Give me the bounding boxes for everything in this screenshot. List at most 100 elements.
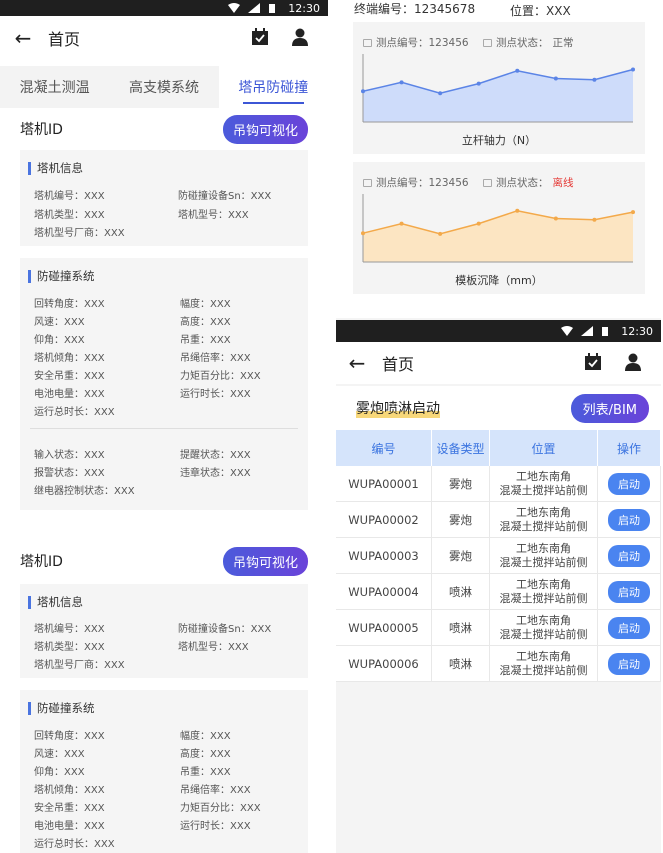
- chart-xlabel: 模板沉降（mm）: [455, 274, 543, 287]
- hook-visual-button[interactable]: 吊钩可视化: [222, 546, 308, 576]
- cell-action: 启动: [598, 574, 661, 609]
- chart-xlabel: 立杆轴力（N）: [461, 134, 537, 147]
- cell-action: 启动: [598, 610, 661, 645]
- signal-icon: [248, 3, 261, 13]
- battery-icon: [268, 3, 280, 13]
- crane-info-title: 塔机信息: [28, 162, 83, 175]
- col-id: 编号: [336, 430, 432, 466]
- runtime: 运行时长：XXX: [180, 389, 251, 400]
- cell-location: 工地东南角 混凝土搅拌站前侧: [490, 646, 598, 681]
- start-button[interactable]: 启动: [608, 616, 650, 639]
- nav-bar-left: ← 首页: [0, 16, 328, 60]
- crane-info-card-1: 塔机信息 塔机编号：XXX 防碰撞设备Sn：XXX 塔机类型：XXX 塔机型号：…: [20, 150, 308, 246]
- tab-formwork[interactable]: 高支模系统: [109, 66, 218, 108]
- data-point: [631, 210, 635, 215]
- tab-crane-anticollision[interactable]: 塔吊防碰撞: [218, 66, 328, 108]
- elevation: 仰角：XXX: [34, 767, 85, 778]
- crane-model: 塔机型号：XXX: [178, 642, 249, 653]
- start-button[interactable]: 启动: [608, 508, 650, 531]
- hook-visual-button[interactable]: 吊钩可视化: [222, 114, 308, 144]
- cell-id: WUPA00001: [336, 466, 432, 501]
- safe-weight: 安全吊重：XXX: [34, 803, 105, 814]
- amplitude: 幅度：XXX: [180, 731, 231, 742]
- data-point: [438, 231, 443, 236]
- user-icon[interactable]: [290, 27, 312, 49]
- rope-ratio: 吊绳倍率：XXX: [180, 353, 251, 364]
- remind-status: 提醒状态：XXX: [180, 450, 251, 461]
- torque-percent: 力矩百分比：XXX: [180, 371, 261, 382]
- area-fill: [363, 210, 633, 262]
- crane-maker: 塔机型号厂商：XXX: [34, 228, 125, 239]
- crane-id-header-2: 塔机ID 吊钩可视化: [0, 546, 328, 576]
- cell-location: 工地东南角 混凝土搅拌站前侧: [490, 574, 598, 609]
- amplitude: 幅度：XXX: [180, 299, 231, 310]
- calendar-check-icon[interactable]: [250, 27, 272, 49]
- battery-level: 电池电量：XXX: [34, 389, 105, 400]
- tab-bar: 混凝土测温 高支模系统 塔吊防碰撞: [0, 66, 328, 108]
- battery-level: 电池电量：XXX: [34, 821, 105, 832]
- location-line1: 工地东南角: [516, 505, 571, 519]
- total-runtime: 运行总时长：XXX: [34, 839, 115, 850]
- rotation-angle: 回转角度：XXX: [34, 731, 105, 742]
- cell-location: 工地东南角 混凝土搅拌站前侧: [490, 502, 598, 537]
- anticollision-title: 防碰撞系统: [28, 702, 95, 715]
- start-button[interactable]: 启动: [608, 472, 650, 495]
- location-line1: 工地东南角: [516, 613, 571, 627]
- crane-id-label: 塔机ID: [20, 122, 63, 138]
- location-line2: 混凝土搅拌站前侧: [499, 591, 588, 605]
- cell-action: 启动: [598, 502, 661, 537]
- data-point: [438, 91, 443, 96]
- page-title: 首页: [382, 355, 415, 374]
- cell-type: 雾炮: [432, 502, 490, 537]
- cell-id: WUPA00002: [336, 502, 432, 537]
- data-point: [553, 216, 558, 221]
- table-row: WUPA00002 雾炮 工地东南角 混凝土搅拌站前侧 启动: [336, 502, 661, 538]
- data-point: [361, 89, 365, 94]
- crane-code: 塔机编号：XXX: [34, 191, 105, 202]
- data-point: [399, 80, 404, 85]
- height: 高度：XXX: [180, 749, 231, 760]
- cell-id: WUPA00006: [336, 646, 432, 681]
- chart-card-axial-force: 测点编号：123456 测点状态： 正常 立杆轴力（N）: [353, 22, 645, 154]
- tab-concrete-temp[interactable]: 混凝土测温: [0, 66, 109, 108]
- crane-tilt: 塔机倾角：XXX: [34, 785, 105, 796]
- start-button[interactable]: 启动: [608, 580, 650, 603]
- anticollision-title: 防碰撞系统: [28, 270, 95, 283]
- battery-icon: [601, 326, 613, 336]
- start-button[interactable]: 启动: [608, 544, 650, 567]
- back-arrow-icon[interactable]: ←: [342, 351, 372, 375]
- signal-icon: [581, 326, 594, 336]
- data-point: [476, 221, 481, 226]
- terminal-code: 终端编号：12345678: [354, 2, 476, 16]
- data-point: [399, 221, 404, 226]
- hoist-weight: 吊重：XXX: [180, 335, 231, 346]
- location-line2: 混凝土搅拌站前侧: [499, 663, 588, 677]
- status-time: 12:30: [621, 324, 653, 338]
- crane-id-label: 塔机ID: [20, 554, 63, 570]
- crane-model: 塔机型号：XXX: [178, 210, 249, 221]
- wifi-icon: [228, 3, 241, 13]
- location-line1: 工地东南角: [516, 469, 571, 483]
- start-button[interactable]: 启动: [608, 652, 650, 675]
- list-bim-toggle[interactable]: 列表/BIM: [570, 393, 649, 423]
- table-row: WUPA00001 雾炮 工地东南角 混凝土搅拌站前侧 启动: [336, 466, 661, 502]
- user-icon[interactable]: [623, 352, 645, 374]
- data-point: [361, 231, 365, 236]
- chart-card-settlement: 测点编号：123456 测点状态： 离线 模板沉降（mm）: [353, 162, 645, 294]
- location-line1: 工地东南角: [516, 577, 571, 591]
- elevation: 仰角：XXX: [34, 335, 85, 346]
- total-runtime: 运行总时长：XXX: [34, 407, 115, 418]
- cell-location: 工地东南角 混凝土搅拌站前侧: [490, 610, 598, 645]
- col-location: 位置: [490, 430, 598, 466]
- table-row: WUPA00005 喷淋 工地东南角 混凝土搅拌站前侧 启动: [336, 610, 661, 646]
- cell-type: 喷淋: [432, 646, 490, 681]
- calendar-check-icon[interactable]: [583, 352, 605, 374]
- col-type: 设备类型: [432, 430, 490, 466]
- back-arrow-icon[interactable]: ←: [8, 26, 38, 50]
- wifi-icon: [561, 326, 574, 336]
- anticollision-card-1: 防碰撞系统 回转角度：XXX 幅度：XXX 风速：XXX 高度：XXX 仰角：X…: [20, 258, 308, 510]
- crane-maker: 塔机型号厂商：XXX: [34, 660, 125, 671]
- nav-bar-right: ← 首页: [336, 342, 661, 384]
- crane-sn: 防碰撞设备Sn：XXX: [178, 191, 272, 202]
- runtime: 运行时长：XXX: [180, 821, 251, 832]
